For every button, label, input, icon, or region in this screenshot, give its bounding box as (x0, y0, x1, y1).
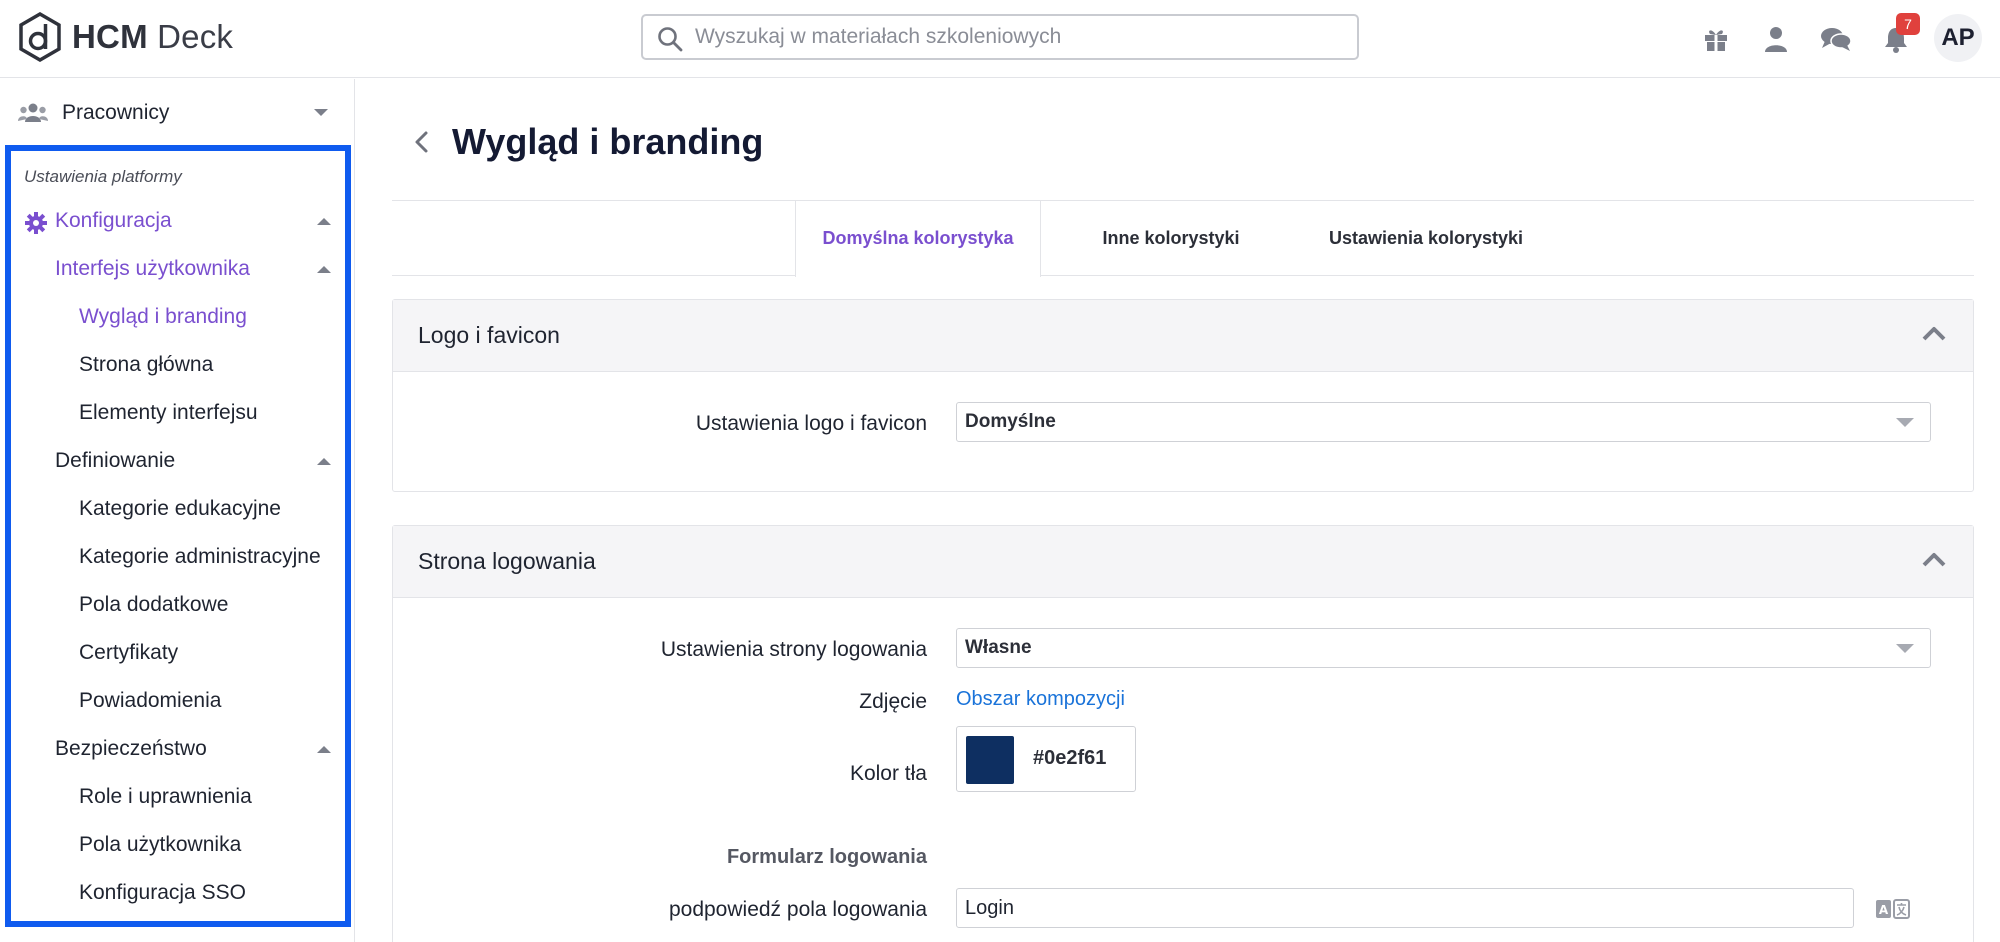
bg-color-label: Kolor tła (849, 762, 927, 785)
bg-color-picker[interactable]: #0e2f61 (956, 726, 1136, 792)
app-logo[interactable]: HCM Deck (18, 12, 233, 62)
tabs-divider (392, 275, 1974, 276)
sidebar: Pracownicy Ustawienia platformy Konfigur… (0, 79, 355, 942)
sidebar-item-notifications[interactable]: Powiadomienia (79, 689, 221, 713)
photo-label: Zdjęcie (859, 690, 927, 713)
main-content: Wygląd i branding Domyślna kolorystyka I… (356, 79, 2000, 942)
sidebar-item-configuration[interactable]: Konfiguracja (55, 209, 172, 233)
users-group-icon (18, 103, 48, 122)
panel-title: Logo i favicon (418, 322, 560, 348)
tab-other-colors[interactable]: Inne kolorystyki (1071, 201, 1271, 275)
select-value: Domyślne (965, 411, 1056, 432)
logo-setting-select[interactable]: Domyślne (956, 402, 1931, 442)
chevron-up-icon[interactable] (1921, 324, 1947, 342)
sidebar-group-user-interface[interactable]: Interfejs użytkownika (55, 257, 250, 281)
sidebar-item-sso-config[interactable]: Konfiguracja SSO (79, 881, 246, 905)
panel-header[interactable]: Logo i favicon (393, 300, 1973, 372)
login-form-heading: Formularz logowania (726, 846, 927, 868)
page-title: Wygląd i branding (452, 121, 764, 162)
login-hint-input[interactable] (956, 888, 1854, 928)
sidebar-item-user-fields[interactable]: Pola użytkownika (79, 833, 241, 857)
tab-default-colors[interactable]: Domyślna kolorystyka (795, 201, 1041, 277)
sidebar-item-admin-categories[interactable]: Kategorie administracyjne (79, 545, 321, 569)
chevron-up-icon (317, 218, 331, 225)
search-icon (658, 27, 683, 52)
chevron-up-icon (317, 266, 331, 273)
login-setting-label: Ustawienia strony logowania (660, 638, 927, 661)
dropdown-arrow-icon (1896, 418, 1914, 427)
avatar[interactable]: AP (1934, 14, 1982, 62)
sidebar-item-additional-fields[interactable]: Pola dodatkowe (79, 593, 228, 617)
gift-button[interactable] (1699, 22, 1733, 56)
sidebar-item-education-categories[interactable]: Kategorie edukacyjne (79, 497, 281, 521)
chevron-left-icon[interactable] (408, 127, 436, 157)
chevron-down-icon (314, 109, 328, 116)
color-hex-value: #0e2f61 (1033, 747, 1107, 769)
sidebar-item-certificates[interactable]: Certyfikaty (79, 641, 178, 665)
search-box (641, 14, 1359, 60)
sidebar-item-roles-permissions[interactable]: Role i uprawnienia (79, 785, 252, 809)
color-swatch (966, 736, 1014, 784)
panel-title: Strona logowania (418, 548, 596, 574)
app-name: HCM Deck (72, 18, 234, 55)
logo-mark-icon (19, 12, 61, 62)
messages-button[interactable] (1819, 22, 1853, 56)
composition-area-link[interactable]: Obszar kompozycji (956, 688, 1125, 711)
sidebar-group-definitions[interactable]: Definiowanie (55, 449, 175, 473)
sidebar-group-security[interactable]: Bezpieczeństwo (55, 737, 207, 761)
dropdown-arrow-icon (1896, 644, 1914, 653)
chevron-up-icon (317, 458, 331, 465)
sidebar-item-label: Pracownicy (62, 101, 170, 124)
gift-icon (1705, 30, 1727, 51)
user-icon (1765, 27, 1787, 52)
logo-setting-label: Ustawienia logo i favicon (695, 412, 927, 435)
login-setting-select[interactable]: Własne (956, 628, 1931, 668)
sidebar-item-employees[interactable]: Pracownicy (18, 97, 328, 129)
gear-icon (25, 212, 47, 234)
login-page-panel: Strona logowania Ustawienia strony logow… (392, 525, 1974, 942)
sidebar-item-home-page[interactable]: Strona główna (79, 353, 213, 377)
section-title: Ustawienia platformy (24, 167, 182, 186)
translate-icon[interactable]: A (1875, 898, 1911, 920)
sidebar-item-interface-elements[interactable]: Elementy interfejsu (79, 401, 258, 425)
notifications-badge: 7 (1896, 13, 1920, 35)
chevron-up-icon (317, 746, 331, 753)
svg-text:A: A (1879, 903, 1889, 917)
top-bar: HCM Deck 7 (0, 0, 2000, 78)
tab-color-settings[interactable]: Ustawienia kolorystyki (1301, 201, 1551, 275)
search-input[interactable] (643, 16, 1357, 58)
logo-favicon-panel: Logo i favicon Ustawienia logo i favicon… (392, 299, 1974, 492)
chat-icon (1821, 28, 1852, 51)
panel-header[interactable]: Strona logowania (393, 526, 1973, 598)
login-hint-label: podpowiedź pola logowania (668, 898, 927, 921)
platform-settings-section: Ustawienia platformy Konfiguracja Interf… (5, 145, 351, 927)
chevron-up-icon[interactable] (1921, 550, 1947, 568)
sidebar-item-look-and-branding[interactable]: Wygląd i branding (79, 305, 247, 329)
select-value: Własne (965, 637, 1032, 658)
profile-button[interactable] (1759, 22, 1793, 56)
